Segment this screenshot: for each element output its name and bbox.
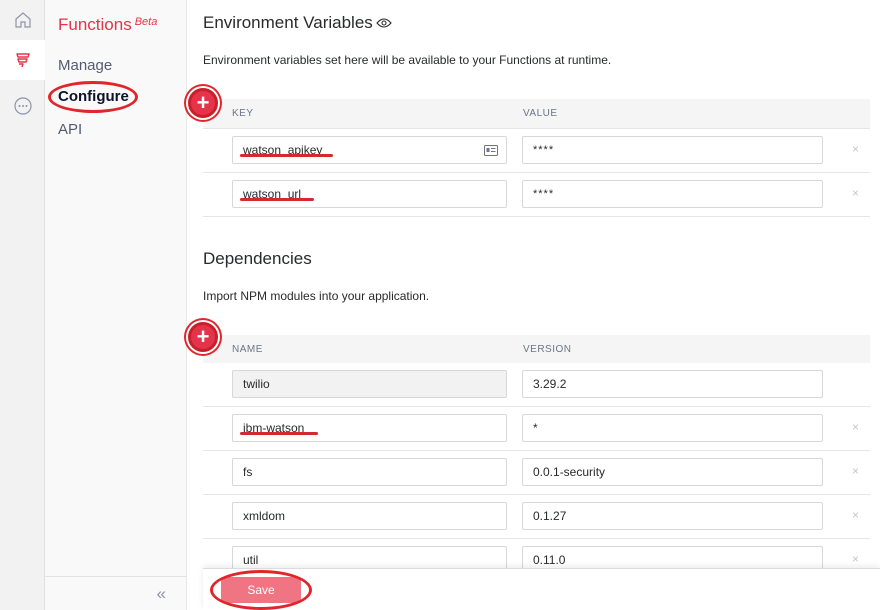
icon-rail: [0, 0, 45, 610]
deps-version-input[interactable]: *: [522, 414, 823, 442]
deps-name-input[interactable]: fs: [232, 458, 507, 486]
add-env-variable-button[interactable]: +: [188, 88, 218, 118]
deps-row: fs 0.0.1-security ×: [203, 451, 870, 495]
deps-version-column: VERSION: [523, 344, 572, 355]
env-key-input[interactable]: watson_url: [232, 180, 507, 208]
home-icon: [14, 11, 32, 29]
subnav-item-api[interactable]: API: [58, 121, 82, 138]
rail-home[interactable]: [0, 0, 45, 40]
collapse-icon[interactable]: «: [157, 584, 166, 604]
deps-row: ibm-watson * ×: [203, 407, 870, 451]
deps-row: twilio 3.29.2: [203, 363, 870, 407]
env-remove-icon[interactable]: ×: [852, 142, 859, 156]
deps-description: Import NPM modules into your application…: [203, 289, 430, 303]
subnav-footer: «: [45, 576, 186, 610]
deps-remove-icon[interactable]: ×: [852, 420, 859, 434]
deps-row: xmldom 0.1.27 ×: [203, 495, 870, 539]
url-underline: [240, 198, 314, 201]
subnav-title: Functions Beta: [58, 15, 157, 35]
env-row: watson_apikey **** ×: [203, 129, 870, 173]
subnav-title-text: Functions: [58, 15, 132, 34]
add-dependency-button[interactable]: +: [188, 322, 218, 352]
key-underline: [240, 154, 333, 157]
env-key-input[interactable]: watson_apikey: [232, 136, 507, 164]
beta-badge: Beta: [134, 16, 158, 28]
eye-icon[interactable]: [376, 14, 392, 34]
deps-remove-icon[interactable]: ×: [852, 508, 859, 522]
env-description: Environment variables set here will be a…: [203, 53, 612, 67]
deps-remove-icon[interactable]: ×: [852, 552, 859, 566]
env-table-header: KEY VALUE: [203, 99, 870, 129]
env-key-column: KEY: [232, 108, 254, 119]
more-icon: [13, 96, 33, 116]
env-value-column: VALUE: [523, 108, 558, 119]
deps-version-input[interactable]: 0.1.27: [522, 502, 823, 530]
env-title-text: Environment Variables: [203, 13, 373, 32]
deps-name-input[interactable]: xmldom: [232, 502, 507, 530]
env-title: Environment Variables: [203, 13, 392, 34]
deps-version-input[interactable]: 3.29.2: [522, 370, 823, 398]
functions-icon: [14, 51, 32, 69]
subnav-item-manage[interactable]: Manage: [58, 57, 112, 74]
deps-remove-icon[interactable]: ×: [852, 464, 859, 478]
deps-table-header: NAME VERSION: [203, 335, 870, 365]
save-annotation-circle: [210, 570, 312, 610]
deps-name-column: NAME: [232, 344, 263, 355]
contact-card-icon[interactable]: [484, 145, 498, 159]
env-value-input[interactable]: ****: [522, 136, 823, 164]
deps-version-input[interactable]: 0.0.1-security: [522, 458, 823, 486]
configure-annotation-circle: [48, 81, 138, 113]
rail-functions[interactable]: [0, 40, 45, 80]
deps-name-input[interactable]: ibm-watson: [232, 414, 507, 442]
deps-title: Dependencies: [203, 249, 312, 268]
deps-name-input: twilio: [232, 370, 507, 398]
env-value-input[interactable]: ****: [522, 180, 823, 208]
env-row: watson_url **** ×: [203, 173, 870, 217]
ibm-watson-underline: [240, 432, 318, 435]
rail-more[interactable]: [0, 86, 45, 126]
env-remove-icon[interactable]: ×: [852, 186, 859, 200]
